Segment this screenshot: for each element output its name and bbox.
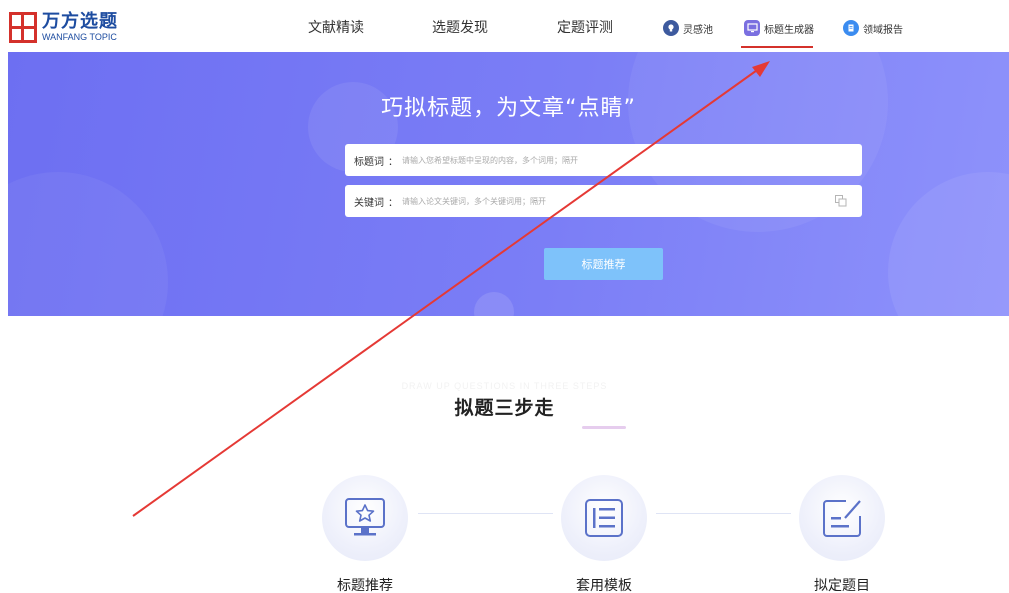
edit-document-icon [823,500,861,537]
keywords-field[interactable]: 关键词 ： [345,185,862,217]
keywords-input[interactable] [402,196,822,206]
step-1-circle [322,475,408,561]
brand-name: 万方选题 [42,10,118,32]
hero-banner: 巧拟标题，为文章“点睛” 标题词 ： 关键词 ： 标题推荐 [8,52,1009,316]
top-header: 万方选题 WANFANG TOPIC 文献精读 选题发现 定题评测 灵感池 标题… [0,0,1009,52]
step-2-label: 套用模板 [576,578,632,593]
monitor-icon [744,20,760,36]
step-1-label: 标题推荐 [337,578,393,593]
nav-item-literature-reading[interactable]: 文献精读 [308,17,364,37]
template-list-icon [585,499,623,537]
nav-item-label: 灵感池 [683,24,713,36]
logo-mark-icon [9,11,37,43]
step-3-circle [799,475,885,561]
nav-item-label: 领域报告 [863,24,903,36]
title-underline [582,426,626,429]
lightbulb-icon [663,20,679,36]
nav-item-label: 标题生成器 [764,24,814,36]
nav-item-topic-evaluation[interactable]: 定题评测 [557,17,613,37]
title-words-input[interactable] [402,155,822,165]
field-label: 标题词 [354,156,384,168]
title-words-field[interactable]: 标题词 ： [345,144,862,176]
step-3-label: 拟定题目 [814,578,870,593]
document-icon [843,20,859,36]
hero-title: 巧拟标题，为文章“点睛” [381,96,636,121]
nav-item-domain-report[interactable]: 领域报告 [843,19,903,37]
nav-item-topic-discovery[interactable]: 选题发现 [432,17,488,37]
step-2-circle [561,475,647,561]
step-connector [418,513,553,514]
field-label: 关键词 [354,197,384,209]
active-tab-indicator [741,46,813,48]
decor-bubble [474,292,514,316]
title-recommend-button[interactable]: 标题推荐 [544,248,663,280]
copy-icon[interactable] [834,194,848,208]
brand-logo[interactable]: 万方选题 WANFANG TOPIC [9,9,118,45]
nav-item-inspiration-pool[interactable]: 灵感池 [663,19,713,37]
steps-title: 拟题三步走 [454,397,555,419]
decor-bubble [888,172,1009,316]
star-monitor-icon [345,498,385,536]
steps-subtitle: DRAW UP QUESTIONS IN THREE STEPS [401,381,608,391]
decor-bubble [8,172,168,316]
nav-item-title-generator[interactable]: 标题生成器 [744,19,814,37]
step-connector [656,513,791,514]
brand-name-en: WANFANG TOPIC [42,31,117,42]
